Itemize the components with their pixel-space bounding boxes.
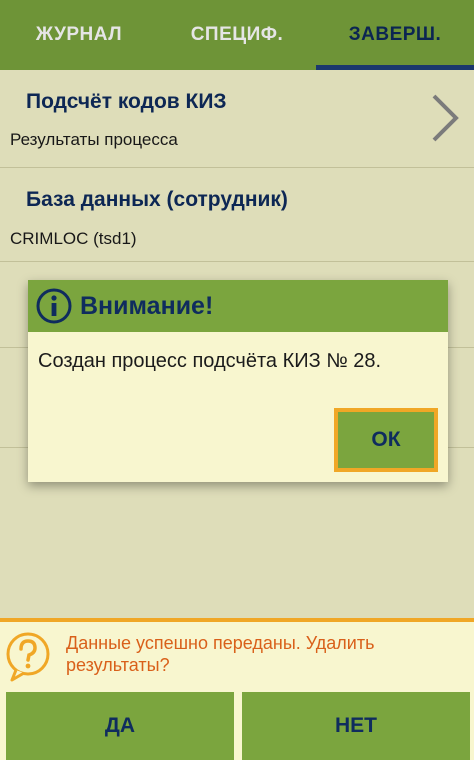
confirm-panel: Данные успешно переданы. Удалить результ… [0,618,474,760]
dialog-header: Внимание! [28,280,448,332]
dialog-message: Создан процесс подсчёта КИЗ № 28. [38,350,382,372]
prompt-text: Данные успешно переданы. Удалить результ… [66,633,375,675]
alert-dialog: Внимание! Создан процесс подсчёта КИЗ № … [28,280,448,482]
question-icon [6,632,50,682]
ok-button[interactable]: ОК [334,408,438,472]
no-button[interactable]: НЕТ [242,692,470,760]
dialog-title: Внимание! [80,291,214,320]
yes-button[interactable]: ДА [6,692,234,760]
info-icon [36,288,72,324]
divider [0,618,474,622]
